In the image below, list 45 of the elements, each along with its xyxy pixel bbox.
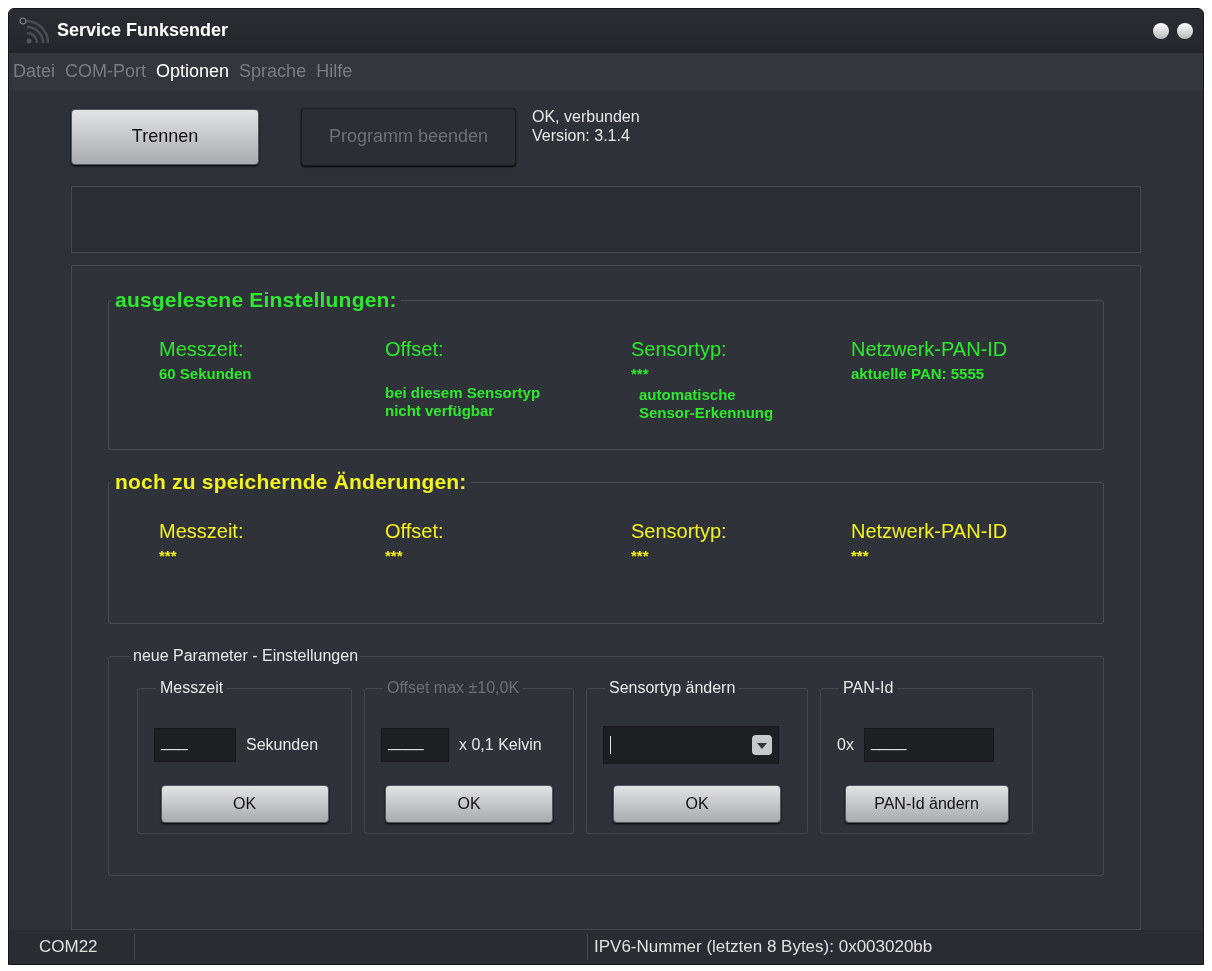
- column-heading: Netzwerk-PAN-ID: [851, 518, 1009, 544]
- dropdown[interactable]: [603, 726, 779, 765]
- status-text: Version: 3.1.4: [532, 125, 631, 145]
- status-bar-text: COM22: [9, 934, 135, 960]
- input-field[interactable]: ____: [863, 728, 994, 763]
- group-title: neue Parameter - Einstellungen: [132, 646, 360, 667]
- window-title: Service Funksender: [57, 19, 229, 43]
- column-note: automatische Sensor-Erkennung: [638, 385, 775, 422]
- unit-label: Sekunden: [246, 735, 319, 756]
- push-button[interactable]: Trennen: [71, 108, 259, 165]
- column-value: 60 Sekunden: [159, 363, 253, 384]
- text-cursor-icon: [610, 736, 611, 755]
- column-value: ***: [385, 545, 404, 566]
- caret-icon: [752, 735, 772, 756]
- column-heading: Sensortyp:: [631, 518, 728, 544]
- input-field[interactable]: ___: [154, 728, 236, 763]
- parameter-title: Sensortyp ändern: [608, 678, 737, 699]
- window-control-button[interactable]: [1153, 22, 1169, 39]
- parameter-title: PAN-Id: [842, 678, 895, 699]
- signal-icon: [19, 16, 49, 45]
- group-title: ausgelesene Einstellungen:: [114, 287, 398, 314]
- column-heading: Messzeit:: [159, 336, 245, 362]
- push-button[interactable]: PAN-Id ändern: [844, 785, 1009, 824]
- unit-label: x 0,1 Kelvin: [459, 735, 542, 756]
- hex-prefix: 0x: [837, 735, 854, 756]
- column-heading: Offset:: [385, 336, 445, 362]
- column-heading: Messzeit:: [159, 518, 245, 544]
- column-heading: Offset:: [385, 518, 445, 544]
- column-heading: Netzwerk-PAN-ID: [851, 336, 1009, 362]
- column-value: ***: [851, 545, 870, 566]
- push-button[interactable]: OK: [160, 785, 329, 824]
- push-button[interactable]: OK: [613, 785, 781, 824]
- column-note: bei diesem Sensortyp nicht verfügbar: [385, 383, 542, 420]
- status-bar-text: IPV6-Nummer (letzten 8 Bytes): 0x003020bb: [587, 934, 933, 960]
- window-control-button[interactable]: [1177, 22, 1193, 39]
- menu-item[interactable]: Optionen: [156, 58, 230, 86]
- column-heading: Sensortyp:: [631, 336, 728, 362]
- group-title: noch zu speichernde Änderungen:: [114, 469, 468, 496]
- column-value: ***: [631, 363, 650, 384]
- parameter-title: Messzeit: [159, 678, 225, 699]
- column-value: ***: [631, 545, 650, 566]
- status-text: OK, verbunden: [532, 106, 640, 126]
- column-value: ***: [159, 545, 178, 566]
- column-value: aktuelle PAN: 5555: [851, 363, 986, 384]
- parameter-title: Offset max ±10,0K: [386, 678, 521, 699]
